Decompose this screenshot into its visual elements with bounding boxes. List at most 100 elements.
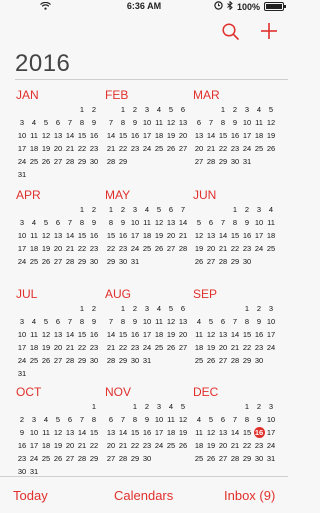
day[interactable]: 9 <box>129 117 141 128</box>
day[interactable]: 27 <box>52 256 64 267</box>
day[interactable]: 27 <box>177 143 189 154</box>
inbox-button[interactable]: Inbox (9) <box>224 488 275 503</box>
day[interactable]: 7 <box>205 117 217 128</box>
day[interactable]: 3 <box>265 303 277 314</box>
day[interactable]: 3 <box>28 414 40 425</box>
day[interactable]: 10 <box>153 414 165 425</box>
day[interactable]: 21 <box>64 143 76 154</box>
day[interactable]: 20 <box>64 440 76 451</box>
day[interactable]: 28 <box>205 156 217 167</box>
day[interactable]: 9 <box>88 217 100 228</box>
day[interactable]: 22 <box>76 342 88 353</box>
day[interactable]: 26 <box>165 342 177 353</box>
day[interactable]: 26 <box>153 243 165 254</box>
day[interactable]: 16 <box>141 427 153 438</box>
day[interactable]: 17 <box>141 130 153 141</box>
day[interactable]: 6 <box>193 117 205 128</box>
day[interactable]: 22 <box>229 243 241 254</box>
day[interactable]: 11 <box>40 427 52 438</box>
day[interactable]: 19 <box>205 440 217 451</box>
day[interactable]: 30 <box>141 453 153 464</box>
day[interactable]: 21 <box>177 230 189 241</box>
day[interactable]: 3 <box>141 104 153 115</box>
day[interactable]: 26 <box>52 453 64 464</box>
day[interactable]: 15 <box>76 329 88 340</box>
day[interactable]: 16 <box>16 440 28 451</box>
day[interactable]: 8 <box>76 217 88 228</box>
day[interactable]: 26 <box>165 143 177 154</box>
day[interactable]: 23 <box>129 143 141 154</box>
day[interactable]: 2 <box>88 204 100 215</box>
day[interactable]: 11 <box>193 427 205 438</box>
day[interactable]: 10 <box>241 117 253 128</box>
day[interactable]: 31 <box>241 156 253 167</box>
day[interactable]: 10 <box>28 427 40 438</box>
day[interactable]: 20 <box>52 342 64 353</box>
day[interactable]: 23 <box>88 243 100 254</box>
day[interactable]: 9 <box>129 316 141 327</box>
day[interactable]: 13 <box>177 316 189 327</box>
day[interactable]: 7 <box>117 414 129 425</box>
day[interactable]: 8 <box>117 316 129 327</box>
day[interactable]: 29 <box>129 453 141 464</box>
day[interactable]: 25 <box>28 256 40 267</box>
day[interactable]: 20 <box>217 440 229 451</box>
day[interactable]: 16 <box>88 230 100 241</box>
day[interactable]: 13 <box>205 230 217 241</box>
day[interactable]: 26 <box>193 256 205 267</box>
day[interactable]: 6 <box>52 117 64 128</box>
day[interactable]: 21 <box>229 440 241 451</box>
day[interactable]: 26 <box>205 453 217 464</box>
day[interactable]: 10 <box>141 316 153 327</box>
day[interactable]: 22 <box>241 342 253 353</box>
day[interactable]: 9 <box>88 316 100 327</box>
day[interactable]: 21 <box>217 243 229 254</box>
day[interactable]: 29 <box>117 355 129 366</box>
day[interactable]: 19 <box>193 243 205 254</box>
day[interactable]: 8 <box>241 316 253 327</box>
day[interactable]: 20 <box>52 243 64 254</box>
day[interactable]: 29 <box>241 355 253 366</box>
day[interactable]: 3 <box>253 204 265 215</box>
day[interactable]: 25 <box>165 440 177 451</box>
day[interactable]: 21 <box>64 342 76 353</box>
day[interactable]: 8 <box>129 414 141 425</box>
day[interactable]: 21 <box>105 342 117 353</box>
day[interactable]: 11 <box>265 217 277 228</box>
day[interactable]: 17 <box>265 427 277 438</box>
day[interactable]: 13 <box>52 230 64 241</box>
day[interactable]: 4 <box>141 204 153 215</box>
day[interactable]: 30 <box>253 355 265 366</box>
day[interactable]: 13 <box>52 130 64 141</box>
day[interactable]: 23 <box>141 440 153 451</box>
day[interactable]: 22 <box>117 143 129 154</box>
day[interactable]: 24 <box>253 243 265 254</box>
day[interactable]: 7 <box>105 316 117 327</box>
day[interactable]: 22 <box>117 342 129 353</box>
day[interactable]: 29 <box>229 256 241 267</box>
day[interactable]: 21 <box>229 342 241 353</box>
day[interactable]: 15 <box>117 130 129 141</box>
day[interactable]: 30 <box>88 156 100 167</box>
day[interactable]: 28 <box>64 156 76 167</box>
day[interactable]: 21 <box>64 243 76 254</box>
day[interactable]: 25 <box>153 143 165 154</box>
day[interactable]: 2 <box>229 104 241 115</box>
day[interactable]: 30 <box>117 256 129 267</box>
day[interactable]: 6 <box>52 217 64 228</box>
day[interactable]: 17 <box>153 427 165 438</box>
today-button[interactable]: Today <box>13 488 48 503</box>
day[interactable]: 28 <box>76 453 88 464</box>
day[interactable]: 31 <box>141 355 153 366</box>
month-mar[interactable]: MAR 1 2 3 4 5 6 7 8 9 10 11 12 13 14 15 16 17 18 19 20 21 22 23… <box>193 86 279 167</box>
day[interactable]: 12 <box>52 427 64 438</box>
day[interactable]: 6 <box>217 316 229 327</box>
day[interactable]: 23 <box>16 453 28 464</box>
day[interactable]: 2 <box>129 303 141 314</box>
day[interactable]: 24 <box>16 156 28 167</box>
day[interactable]: 12 <box>40 130 52 141</box>
day[interactable]: 26 <box>40 355 52 366</box>
day[interactable]: 1 <box>105 204 117 215</box>
day[interactable]: 4 <box>193 316 205 327</box>
day[interactable]: 6 <box>165 204 177 215</box>
